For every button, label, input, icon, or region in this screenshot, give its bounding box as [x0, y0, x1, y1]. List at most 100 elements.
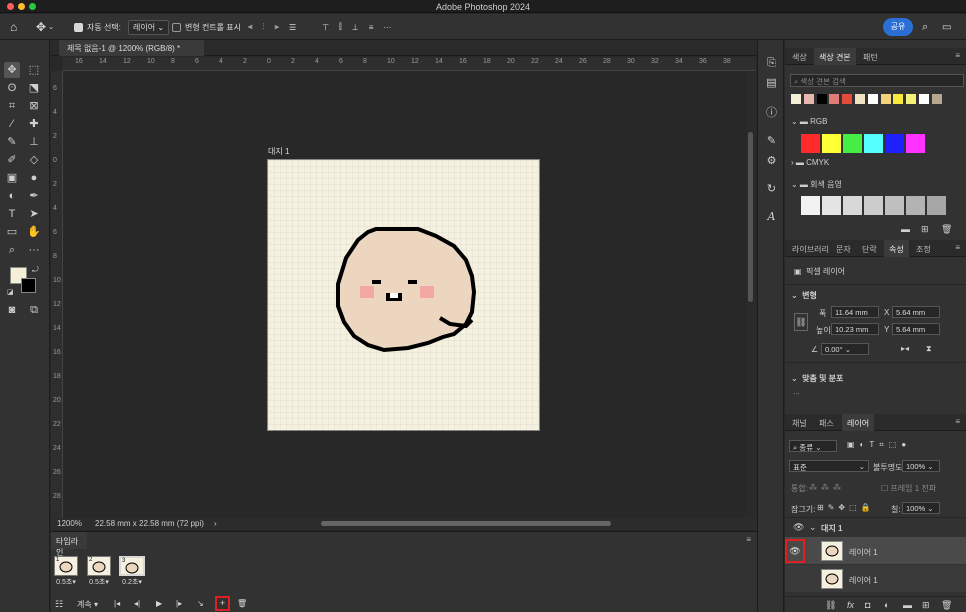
- lock-icons[interactable]: ⊞✎✥⬚🔒: [817, 503, 875, 512]
- layer-row[interactable]: 레이어 1: [785, 565, 966, 592]
- tab-paths[interactable]: 패스: [814, 414, 839, 431]
- marquee-tool-icon[interactable]: ⬚: [26, 62, 42, 78]
- layer-name[interactable]: 레이어 1: [849, 547, 878, 558]
- gray-swatch[interactable]: [906, 196, 925, 215]
- swatch-group-rgb[interactable]: ⌄ ▬ RGB: [791, 117, 828, 126]
- align-hcenter-icon[interactable]: ⫶: [263, 22, 265, 32]
- fill-field[interactable]: 100% ⌄: [902, 502, 940, 514]
- align-more[interactable]: ...: [793, 387, 800, 396]
- align-top-icon[interactable]: ⊤: [322, 23, 329, 32]
- layer-name[interactable]: 레이어 1: [849, 575, 878, 586]
- layer-row-selected[interactable]: 👁 레이어 1: [785, 537, 966, 564]
- timeline-frame[interactable]: 1 0.5초▾: [54, 556, 78, 586]
- screen-mode-icon[interactable]: ⧉: [26, 302, 42, 318]
- timeline-frame-active[interactable]: 3 0.2초▾: [119, 556, 145, 586]
- play-icon[interactable]: ▶: [156, 599, 162, 608]
- propagate-frame-checkbox[interactable]: ☐ 프레임 1 전파: [881, 483, 936, 494]
- pen-tool-icon[interactable]: ✒: [26, 188, 42, 204]
- layer-filter-icons[interactable]: ▣◐T⌗⬚●: [847, 440, 911, 450]
- quick-mask-icon[interactable]: ◙: [4, 302, 20, 318]
- previous-frame-icon[interactable]: ◂|: [134, 599, 140, 608]
- transform-controls-checkbox[interactable]: 변형 컨트롤 표시: [172, 19, 241, 35]
- timeline-options-icon[interactable]: ☷: [55, 599, 63, 610]
- recent-swatch[interactable]: [867, 94, 878, 104]
- rectangle-tool-icon[interactable]: ▭: [4, 224, 20, 240]
- rgb-swatch[interactable]: [822, 134, 841, 153]
- recent-swatch[interactable]: [880, 94, 891, 104]
- angle-field[interactable]: 0.00° ⌄: [821, 343, 869, 355]
- tab-layers[interactable]: 레이어: [842, 414, 875, 431]
- align-vcenter-icon[interactable]: ⫿: [339, 22, 342, 32]
- fx-icon[interactable]: fx: [847, 600, 854, 610]
- timeline-menu-icon[interactable]: ≡: [746, 535, 751, 544]
- rgb-swatch[interactable]: [885, 134, 904, 153]
- healing-brush-icon[interactable]: ✚: [26, 116, 42, 132]
- rgb-swatch[interactable]: [801, 134, 820, 153]
- type-tool-icon[interactable]: T: [4, 206, 20, 222]
- eye-icon[interactable]: 👁: [785, 539, 805, 563]
- auto-select-checkbox[interactable]: 자동 선택:: [74, 19, 121, 35]
- loop-dropdown[interactable]: 계속 ▾: [77, 599, 98, 610]
- align-bottom-icon[interactable]: ⊥: [352, 23, 359, 32]
- align-right-icon[interactable]: ⫸: [275, 22, 280, 32]
- gray-swatch[interactable]: [843, 196, 862, 215]
- artboard[interactable]: [267, 159, 540, 431]
- document-tab[interactable]: 제목 없음-1 @ 1200% (RGB/8) *: [59, 40, 204, 56]
- move-tool-icon[interactable]: ✥ ⌄: [36, 19, 54, 35]
- swatch-group-gray[interactable]: ⌄ ▬ 회색 음영: [791, 179, 842, 190]
- panel-menu-icon[interactable]: ≡: [955, 243, 960, 252]
- horizontal-scrollbar[interactable]: [321, 521, 611, 526]
- more-tools-icon[interactable]: ···: [26, 242, 42, 258]
- more-options-icon[interactable]: ···: [383, 23, 391, 32]
- gray-swatch[interactable]: [801, 196, 820, 215]
- flip-horizontal-icon[interactable]: ▸◂: [901, 344, 909, 353]
- default-colors-icon[interactable]: ◪: [7, 288, 14, 296]
- align-section-title[interactable]: ⌄ 맞춤 및 분포: [791, 373, 843, 384]
- delete-swatch-icon[interactable]: 🗑: [941, 224, 952, 235]
- link-layers-icon[interactable]: ⛓: [825, 600, 836, 611]
- timeline-frame[interactable]: 2 0.5초▾: [87, 556, 111, 586]
- zoom-tool-icon[interactable]: ⌕: [4, 242, 20, 258]
- add-mask-icon[interactable]: ◘: [865, 600, 870, 610]
- recent-swatch[interactable]: [906, 94, 917, 104]
- stamp-tool-icon[interactable]: ⊥: [26, 134, 42, 150]
- move-tool-icon[interactable]: ✥: [4, 62, 20, 78]
- width-field[interactable]: 11.64 mm: [831, 306, 879, 318]
- actions-panel-icon[interactable]: ↻: [764, 182, 779, 196]
- gray-swatch[interactable]: [885, 196, 904, 215]
- frame-duration[interactable]: 0.2초▾: [119, 577, 145, 587]
- tab-libraries[interactable]: 라이브러리: [787, 240, 834, 257]
- gray-swatch[interactable]: [864, 196, 883, 215]
- height-field[interactable]: 10.23 mm: [831, 323, 879, 335]
- y-field[interactable]: 5.64 mm: [892, 323, 940, 335]
- recent-swatch[interactable]: [893, 94, 904, 104]
- gray-swatch[interactable]: [822, 196, 841, 215]
- tab-color[interactable]: 색상: [787, 48, 812, 65]
- blend-mode-dropdown[interactable]: 표준 ⌄: [789, 460, 869, 472]
- tab-channels[interactable]: 채널: [787, 414, 812, 431]
- eye-icon[interactable]: 👁: [793, 522, 804, 533]
- gradient-tool-icon[interactable]: ▣: [4, 170, 20, 186]
- recent-swatch[interactable]: [931, 94, 942, 104]
- new-layer-icon[interactable]: ⊞: [922, 600, 930, 611]
- delete-layer-icon[interactable]: 🗑: [941, 600, 952, 611]
- adjustments-panel-icon[interactable]: ⚙: [764, 154, 779, 168]
- tab-swatches[interactable]: 색상 견본: [814, 48, 856, 65]
- flip-vertical-icon[interactable]: ⧗: [926, 344, 932, 354]
- transform-section-title[interactable]: ⌄ 변형: [791, 290, 817, 301]
- frame-tool-icon[interactable]: ⊠: [26, 98, 42, 114]
- lasso-tool-icon[interactable]: ʘ: [4, 80, 20, 96]
- home-icon[interactable]: ⌂: [10, 19, 17, 35]
- swap-colors-icon[interactable]: ⤾: [32, 265, 39, 275]
- history-brush-icon[interactable]: ✐: [4, 152, 20, 168]
- unify-icons[interactable]: ⁂⁂⁂: [809, 483, 845, 492]
- document-size-info[interactable]: 22.58 mm x 22.58 mm (72 ppi): [95, 519, 204, 528]
- delete-frame-icon[interactable]: 🗑: [237, 599, 247, 608]
- distribute-icon[interactable]: ☰: [289, 23, 296, 32]
- zoom-level[interactable]: 1200%: [57, 519, 82, 528]
- distribute-vertical-icon[interactable]: ≡: [369, 23, 374, 32]
- glyphs-panel-icon[interactable]: A: [764, 210, 779, 224]
- auto-select-dropdown[interactable]: 레이어 ⌄: [128, 19, 170, 35]
- x-field[interactable]: 5.64 mm: [892, 306, 940, 318]
- new-group-icon[interactable]: ▬: [901, 224, 910, 234]
